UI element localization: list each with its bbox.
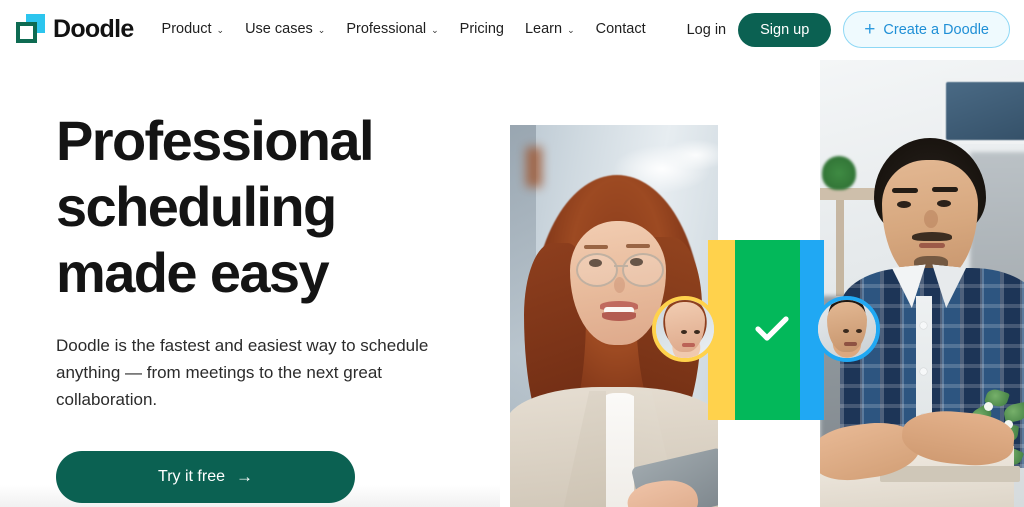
chevron-down-icon: ⌄ xyxy=(431,24,439,35)
chevron-down-icon: ⌄ xyxy=(567,24,575,35)
plus-icon: + xyxy=(864,19,876,40)
try-it-free-button[interactable]: Try it free → xyxy=(56,451,355,503)
site-header: Doodle Product ⌄ Use cases ⌄ Professiona… xyxy=(0,0,1024,58)
nav-item-label: Professional xyxy=(346,21,427,37)
scheduling-bars-graphic xyxy=(708,240,824,420)
nav-item-product[interactable]: Product ⌄ xyxy=(162,21,225,37)
doodle-logo-squares-icon xyxy=(16,14,46,44)
logo-home-link[interactable]: Doodle xyxy=(16,14,134,44)
hero-artwork xyxy=(500,0,1024,507)
logo-wordmark: Doodle xyxy=(53,14,134,43)
nav-item-learn[interactable]: Learn ⌄ xyxy=(525,21,575,37)
nav-item-use-cases[interactable]: Use cases ⌄ xyxy=(245,21,325,37)
nav-item-label: Product xyxy=(161,21,212,37)
nav-item-label: Learn xyxy=(524,21,563,37)
chevron-down-icon: ⌄ xyxy=(216,24,225,35)
avatar-man xyxy=(814,296,880,362)
nav-item-label: Pricing xyxy=(459,21,504,37)
login-link[interactable]: Log in xyxy=(687,22,727,38)
nav-item-contact[interactable]: Contact xyxy=(596,21,646,37)
create-a-doodle-button[interactable]: + Create a Doodle xyxy=(843,11,1010,48)
avatar-woman xyxy=(652,296,718,362)
page-title: Professional scheduling made easy xyxy=(56,109,375,304)
nav-item-label: Contact xyxy=(595,21,646,37)
doodle-landing-page: Doodle Product ⌄ Use cases ⌄ Professiona… xyxy=(0,0,1024,507)
create-a-doodle-label: Create a Doodle xyxy=(883,21,989,38)
photo-man-plaid-shirt xyxy=(820,60,1024,507)
nav-item-professional[interactable]: Professional ⌄ xyxy=(346,21,438,37)
chevron-down-icon: ⌄ xyxy=(317,24,326,35)
cta-label: Try it free xyxy=(158,468,225,485)
header-actions: Log in Sign up + Create a Doodle xyxy=(687,11,1010,48)
white-checkmark-icon xyxy=(755,316,789,341)
arrow-right-icon: → xyxy=(235,467,253,486)
signup-button[interactable]: Sign up xyxy=(738,12,832,47)
nav-item-label: Use cases xyxy=(245,21,313,37)
main-navigation: Product ⌄ Use cases ⌄ Professional ⌄ Pri… xyxy=(162,21,667,37)
hero-subtitle: Doodle is the fastest and easiest way to… xyxy=(56,336,429,409)
nav-item-pricing[interactable]: Pricing xyxy=(460,21,504,37)
hero-text-column: Professional scheduling made easy Doodle… xyxy=(56,108,476,507)
